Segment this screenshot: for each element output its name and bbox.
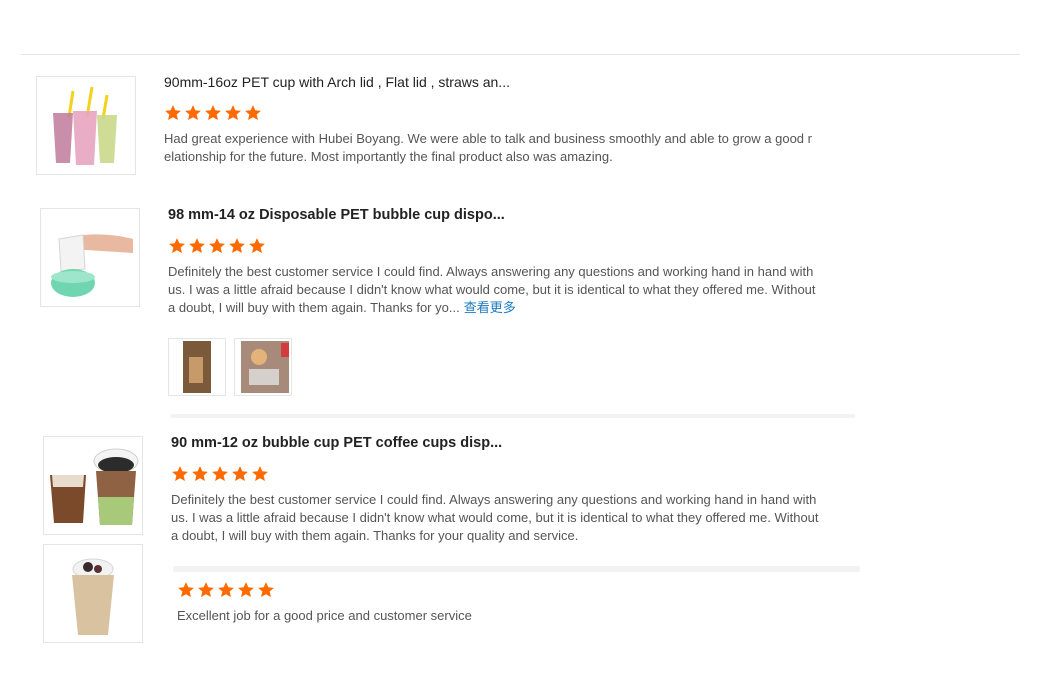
star-icon bbox=[218, 582, 234, 598]
star-icon bbox=[212, 466, 228, 482]
review-text: Definitely the best customer service I c… bbox=[168, 263, 823, 317]
rating-stars bbox=[171, 465, 269, 483]
review-separator bbox=[170, 414, 855, 418]
review-separator bbox=[173, 566, 860, 572]
star-icon bbox=[198, 582, 214, 598]
bubble-cup-image bbox=[41, 209, 139, 306]
star-icon bbox=[185, 105, 201, 121]
star-icon bbox=[205, 105, 221, 121]
top-divider bbox=[21, 54, 1020, 55]
review-product-title[interactable]: 98 mm-14 oz Disposable PET bubble cup di… bbox=[168, 207, 505, 223]
see-more-link[interactable]: 查看更多 bbox=[464, 300, 516, 315]
coffee-cups-image bbox=[44, 437, 142, 534]
dome-cup-image bbox=[44, 545, 142, 642]
smoothie-cups-image bbox=[37, 77, 135, 174]
review-product-title[interactable]: 90mm-16oz PET cup with Arch lid , Flat l… bbox=[164, 74, 510, 90]
review-text: Excellent job for a good price and custo… bbox=[177, 608, 472, 623]
star-icon bbox=[258, 582, 274, 598]
star-icon bbox=[238, 582, 254, 598]
star-icon bbox=[245, 105, 261, 121]
star-icon bbox=[232, 466, 248, 482]
product-thumbnail[interactable] bbox=[36, 76, 136, 175]
review-text: Definitely the best customer service I c… bbox=[171, 492, 819, 543]
product-thumbnail[interactable] bbox=[40, 208, 140, 307]
star-icon bbox=[189, 238, 205, 254]
rating-stars bbox=[177, 581, 275, 599]
review-photo-image bbox=[235, 339, 291, 395]
review-photo-2[interactable] bbox=[234, 338, 292, 396]
star-icon bbox=[252, 466, 268, 482]
star-icon bbox=[192, 466, 208, 482]
star-icon bbox=[165, 105, 181, 121]
review-photo-image bbox=[169, 339, 225, 395]
star-icon bbox=[225, 105, 241, 121]
rating-stars bbox=[164, 104, 262, 122]
star-icon bbox=[178, 582, 194, 598]
star-icon bbox=[169, 238, 185, 254]
star-icon bbox=[209, 238, 225, 254]
star-icon bbox=[229, 238, 245, 254]
star-icon bbox=[172, 466, 188, 482]
rating-stars bbox=[168, 237, 266, 255]
star-icon bbox=[249, 238, 265, 254]
review-photo-1[interactable] bbox=[168, 338, 226, 396]
review-text: Had great experience with Hubei Boyang. … bbox=[164, 131, 812, 164]
product-thumbnail[interactable] bbox=[43, 436, 143, 535]
product-thumbnail[interactable] bbox=[43, 544, 143, 643]
review-product-title[interactable]: 90 mm-12 oz bubble cup PET coffee cups d… bbox=[171, 435, 502, 451]
